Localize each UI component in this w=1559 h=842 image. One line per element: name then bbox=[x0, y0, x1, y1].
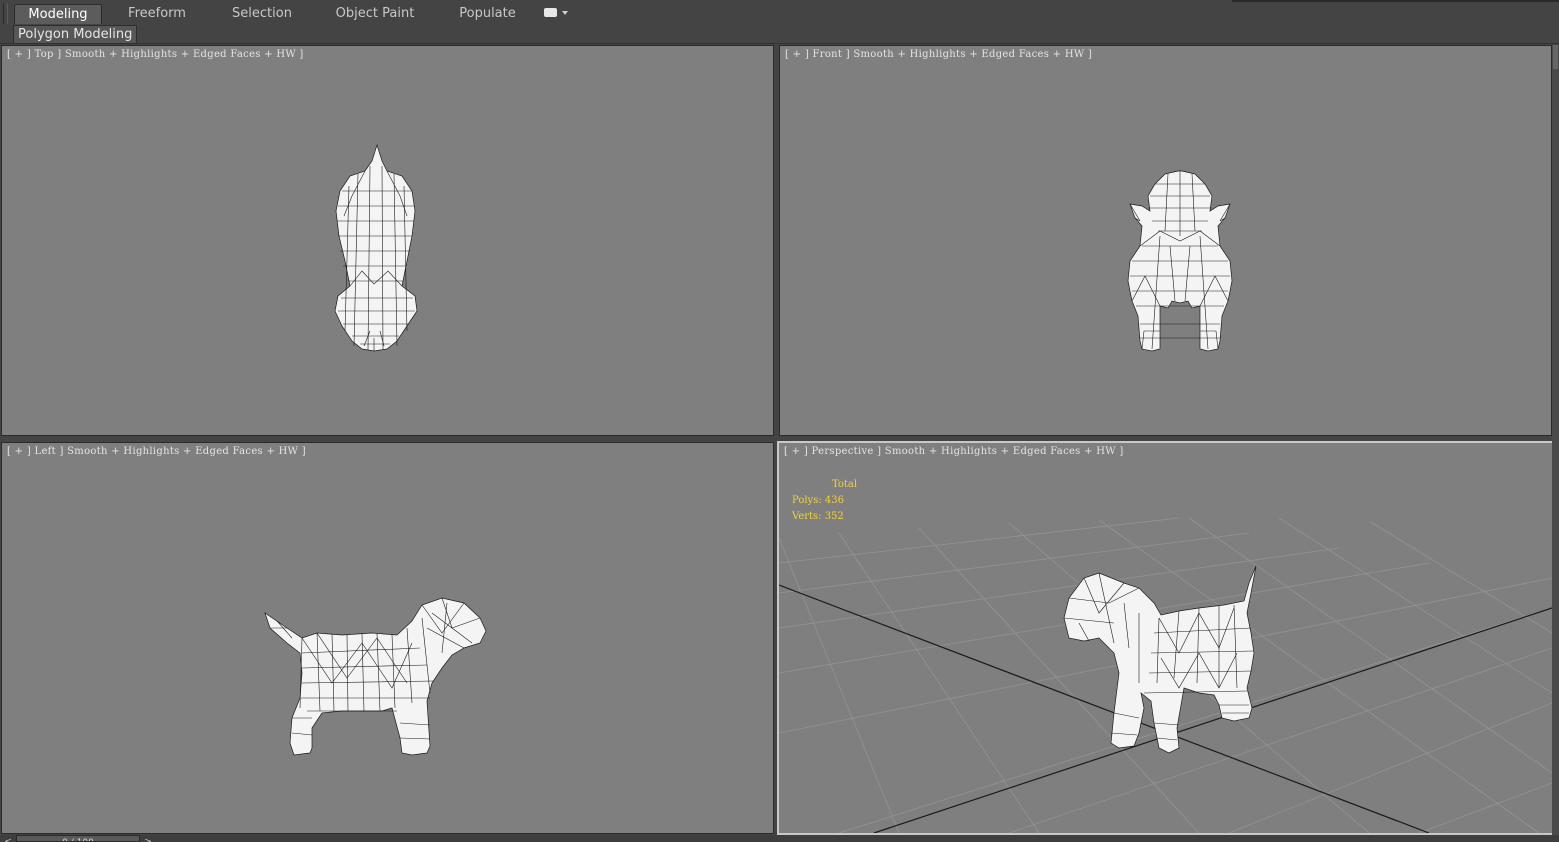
front-view-mesh bbox=[1127, 170, 1233, 352]
ribbon-tab-bar: Modeling Freeform Selection Object Paint… bbox=[0, 0, 1559, 39]
ribbon-options-icon[interactable] bbox=[544, 7, 568, 19]
tab-freeform[interactable]: Freeform bbox=[118, 4, 196, 24]
perspective-view-mesh bbox=[779, 517, 1552, 833]
viewport-label-left[interactable]: [ + ] Left ] Smooth + Highlights + Edged… bbox=[7, 446, 306, 457]
statistics-overlay: Total Polys: 436 Verts: 352 bbox=[792, 477, 857, 525]
top-view-mesh bbox=[334, 143, 418, 352]
ribbon-display-icon bbox=[544, 8, 557, 17]
tab-selection[interactable]: Selection bbox=[222, 4, 302, 24]
stats-title: Total bbox=[832, 479, 858, 490]
viewport-label-perspective[interactable]: [ + ] Perspective ] Smooth + Highlights … bbox=[784, 446, 1124, 457]
divider bbox=[1232, 0, 1559, 2]
viewport-left[interactable]: [ + ] Left ] Smooth + Highlights + Edged… bbox=[1, 442, 774, 834]
polygon-modeling-panel-button[interactable]: Polygon Modeling bbox=[13, 25, 138, 44]
ribbon-panel-bar: Polygon Modeling bbox=[0, 24, 1559, 44]
viewport-top[interactable]: [ + ] Top ] Smooth + Highlights + Edged … bbox=[1, 45, 774, 436]
tab-modeling[interactable]: Modeling bbox=[14, 4, 102, 25]
tab-object-paint[interactable]: Object Paint bbox=[330, 4, 420, 24]
command-panel-edge bbox=[1552, 45, 1559, 835]
scrollbar-thumb[interactable] bbox=[1553, 45, 1558, 69]
stats-verts: Verts: 352 bbox=[792, 511, 844, 522]
left-view-mesh bbox=[264, 597, 487, 756]
viewport-label-top[interactable]: [ + ] Top ] Smooth + Highlights + Edged … bbox=[7, 49, 304, 60]
time-slider: < 0 / 100 > bbox=[0, 835, 1559, 842]
time-slider-thumb[interactable]: 0 / 100 bbox=[16, 835, 140, 842]
viewport-front[interactable]: [ + ] Front ] Smooth + Highlights + Edge… bbox=[779, 45, 1552, 436]
chevron-down-icon bbox=[562, 11, 568, 15]
viewport-label-front[interactable]: [ + ] Front ] Smooth + Highlights + Edge… bbox=[785, 49, 1092, 60]
viewport-perspective[interactable]: [ + ] Perspective ] Smooth + Highlights … bbox=[777, 441, 1554, 835]
time-slider-prev-button[interactable]: < bbox=[2, 835, 14, 842]
stats-polys: Polys: 436 bbox=[792, 495, 844, 506]
time-slider-next-button[interactable]: > bbox=[142, 835, 154, 842]
tab-populate[interactable]: Populate bbox=[450, 4, 525, 24]
